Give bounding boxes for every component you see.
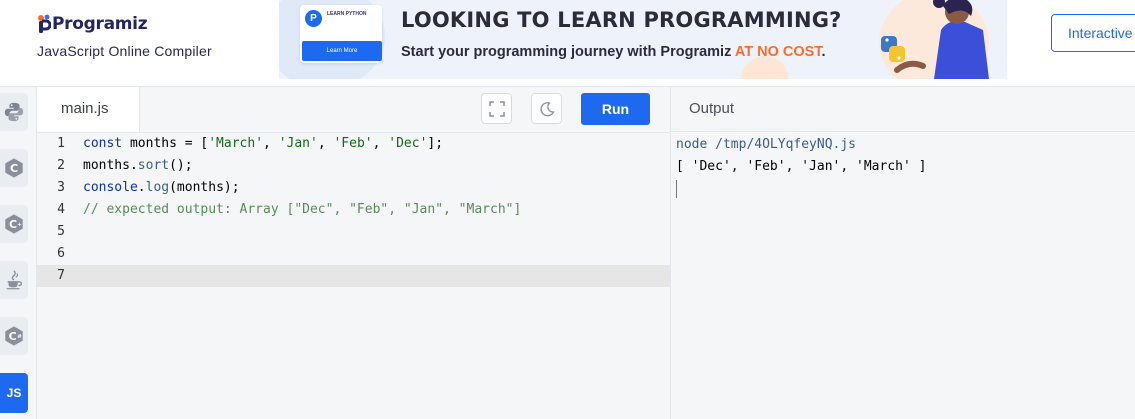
moon-icon [540,101,555,116]
theme-toggle-button[interactable] [531,93,562,124]
output-cursor [676,180,677,198]
c-icon: C [5,158,23,178]
svg-text:+: + [17,222,22,228]
banner-subline: Start your programming journey with Prog… [401,44,826,60]
python-icon [4,102,24,122]
brand-name: Programiz [52,14,148,34]
editor-toolbar: main.js Run [37,87,670,133]
banner-subline-text: Start your programming journey with Prog… [401,44,735,60]
promo-banner[interactable]: P LEARN PYTHON Learn More LOOKING TO LEA… [279,0,1007,79]
code-line[interactable]: 2 months.sort(); [37,155,670,177]
svg-text:C: C [9,218,17,231]
page-subtitle: JavaScript Online Compiler [37,43,212,59]
interactive-course-button[interactable]: Interactive [1051,14,1135,52]
svg-text:#: # [17,334,22,340]
programiz-logo-icon [38,14,51,33]
brand[interactable]: Programiz JavaScript Online Compiler [37,12,212,59]
learner-illustration [881,0,989,79]
line-number: 2 [57,158,65,173]
output-header: Output [670,87,1135,132]
learn-more-button[interactable]: Learn More [302,41,382,61]
output-title: Output [689,100,735,117]
output-command: node /tmp/4OLYqfeyNQ.js [676,137,857,152]
banner-highlight: AT NO COST [734,44,822,60]
svg-text:C: C [9,330,17,343]
code-line[interactable]: 6 [37,243,670,265]
code-text: console.log(months); [83,180,240,195]
code-line[interactable]: 4 // expected output: Array ["Dec", "Feb… [37,199,670,221]
banner-headline: LOOKING TO LEARN PROGRAMMING? [401,8,842,32]
sidebar-item-java[interactable] [0,261,28,299]
code-line-active[interactable]: 7 [37,265,670,287]
code-line[interactable]: 3 console.log(months); [37,177,670,199]
fullscreen-button[interactable] [481,93,512,124]
line-number: 5 [57,224,65,239]
output-result: [ 'Dec', 'Feb', 'Jan', 'March' ] [676,159,927,174]
code-line[interactable]: 5 [37,221,670,243]
code-text: const months = ['March', 'Jan', 'Feb', '… [83,136,444,151]
code-comment: // expected output: Array ["Dec", "Feb",… [83,202,522,217]
csharp-icon: C # [5,326,23,346]
tab-main-js[interactable]: main.js [37,87,140,132]
java-icon [6,270,23,290]
sidebar-item-c[interactable]: C [0,149,28,187]
code-text: months.sort(); [83,158,193,173]
code-editor[interactable]: 1 const months = ['March', 'Jan', 'Feb',… [37,133,670,419]
line-number: 3 [57,180,65,195]
line-number: 7 [57,268,65,283]
programiz-logo[interactable]: Programiz [37,12,212,36]
cpp-icon: C + [5,214,23,234]
svg-text:C: C [10,162,18,175]
output-console[interactable]: node /tmp/4OLYqfeyNQ.js [ 'Dec', 'Feb', … [670,133,1135,419]
line-number: 1 [57,136,65,151]
line-number: 6 [57,246,65,261]
programiz-p-icon: P [305,10,322,27]
sidebar-item-csharp[interactable]: C # [0,317,28,355]
sidebar-item-python[interactable] [0,93,28,131]
banner-subline-end: . [821,44,826,60]
sidebar-item-javascript[interactable]: JS [0,373,28,413]
fullscreen-icon [488,100,505,117]
run-button[interactable]: Run [581,93,650,125]
code-line[interactable]: 1 const months = ['March', 'Jan', 'Feb',… [37,133,670,155]
promo-card-tag: LEARN PYTHON [327,11,367,17]
language-sidebar: C C + C # JS [0,87,37,419]
javascript-label: JS [6,386,22,400]
line-number: 4 [57,202,65,217]
top-header: Programiz JavaScript Online Compiler P L… [0,0,1135,87]
sidebar-item-cpp[interactable]: C + [0,205,28,243]
